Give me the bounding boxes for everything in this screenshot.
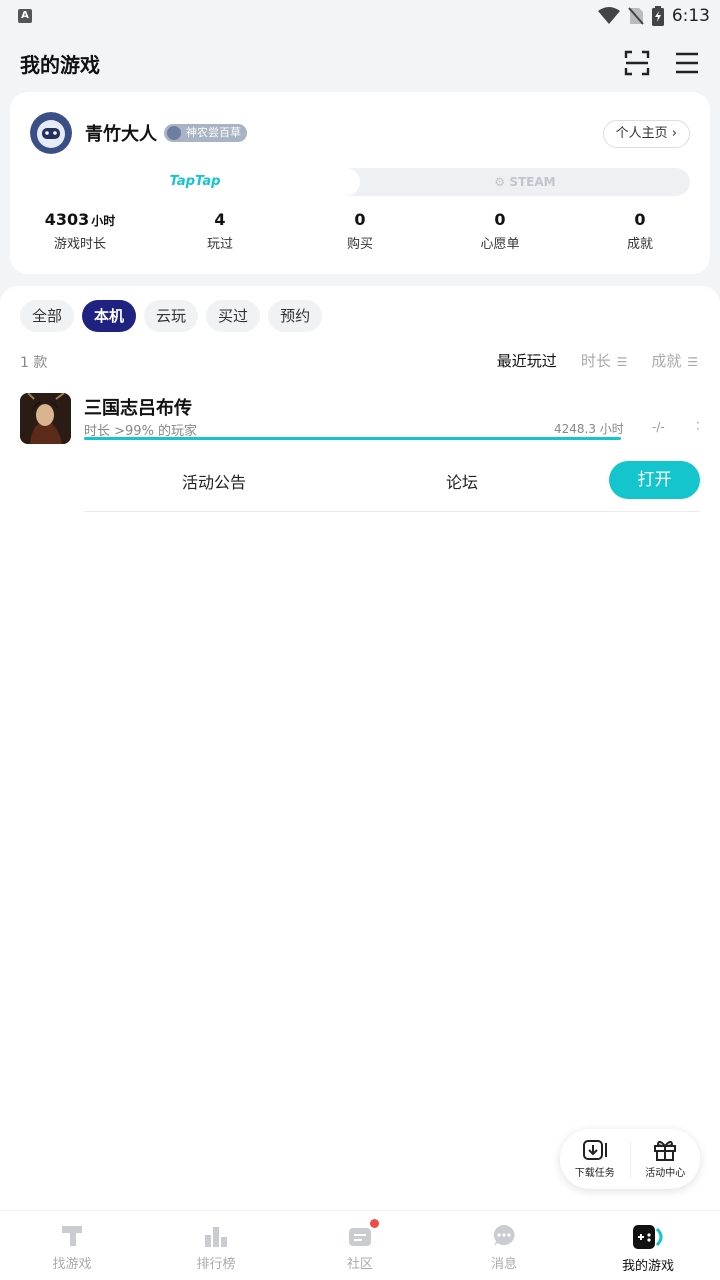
filter-reserved[interactable]: 预约: [268, 300, 323, 332]
title-badge: 神农尝百草: [164, 124, 247, 142]
stat-wishlist[interactable]: 0 心愿单: [430, 210, 570, 252]
stat-label: 游戏时长: [53, 237, 106, 252]
stat-value: 4303: [44, 210, 90, 229]
profile-card: 青竹大人 神农尝百草 个人主页 › TapTap ⚙ STEAM 4303 小时 …: [10, 92, 710, 274]
filter-bought[interactable]: 买过: [206, 300, 261, 332]
stat-label: 成就: [626, 237, 653, 252]
game-hours: 4248.3 小时: [554, 422, 624, 436]
hammer-icon: [62, 1226, 82, 1246]
game-actions: 活动公告 论坛 打开: [84, 461, 700, 501]
sort-options: 最近玩过 时长 ☰ 成就 ☰: [497, 350, 698, 371]
notification-dot: [370, 1219, 379, 1228]
stat-label: 心愿单: [480, 237, 520, 252]
games-sheet: 全部 本机 云玩 买过 预约 1 款 最近玩过 时长 ☰ 成就 ☰ 三国志吕布传…: [0, 286, 720, 1210]
scan-icon[interactable]: [624, 50, 650, 76]
game-icon[interactable]: [20, 393, 71, 444]
battery-icon: [651, 6, 664, 26]
sort-achievement-label: 成就: [651, 352, 682, 370]
progress-fill: [84, 437, 621, 440]
message-icon: [493, 1225, 515, 1247]
stat-value: 4: [214, 210, 226, 229]
ranking-icon: [205, 1227, 227, 1247]
stats-row: 4303 小时 游戏时长 4 玩过 0 购买 0 心愿单 0 成就: [10, 210, 710, 252]
forum-link[interactable]: 论坛: [446, 469, 478, 493]
avatar[interactable]: [30, 112, 72, 154]
filter-chips: 全部 本机 云玩 买过 预约: [20, 300, 323, 332]
nav-label: 找游戏: [52, 1257, 92, 1272]
no-sim-icon: [628, 7, 644, 25]
download-tasks-label: 下载任务: [574, 1168, 615, 1179]
sort-duration-label: 时长: [580, 352, 611, 370]
nav-rankings[interactable]: 排行榜: [144, 1211, 288, 1280]
download-tasks-button[interactable]: 下载任务: [560, 1129, 630, 1189]
stat-value: 0: [634, 210, 646, 229]
stat-label: 购买: [346, 237, 373, 252]
stat-value: 0: [494, 210, 506, 229]
announcement-link[interactable]: 活动公告: [182, 469, 246, 493]
sort-recent[interactable]: 最近玩过: [497, 350, 557, 371]
divider: [84, 511, 700, 512]
filter-local[interactable]: 本机: [82, 300, 137, 332]
sort-icon: ☰: [612, 355, 628, 369]
nav-messages[interactable]: 消息: [432, 1211, 576, 1280]
more-icon[interactable]: · ·: [696, 417, 700, 435]
menu-icon[interactable]: [674, 51, 700, 75]
game-achievement: -/-: [652, 420, 665, 434]
stat-label: 玩过: [206, 237, 233, 252]
clock: 6:13: [671, 6, 710, 26]
playtime-progress-bar: [84, 437, 621, 440]
accessibility-icon: A: [18, 9, 32, 23]
nav-find-games[interactable]: 找游戏: [0, 1211, 144, 1280]
filter-cloud[interactable]: 云玩: [144, 300, 199, 332]
tab-steam[interactable]: ⚙ STEAM: [360, 168, 690, 196]
nav-my-games[interactable]: 我的游戏: [576, 1211, 720, 1280]
nav-label: 我的游戏: [621, 1259, 674, 1274]
page-title: 我的游戏: [20, 52, 100, 77]
nav-label: 社区: [346, 1257, 373, 1272]
game-title[interactable]: 三国志吕布传: [84, 394, 192, 420]
download-icon: [582, 1140, 607, 1160]
app-header: 我的游戏: [0, 38, 720, 88]
personal-homepage-button[interactable]: 个人主页 ›: [602, 120, 690, 148]
filter-all[interactable]: 全部: [20, 300, 75, 332]
tab-taptap[interactable]: TapTap: [30, 168, 360, 196]
sort-duration[interactable]: 时长 ☰: [581, 350, 628, 371]
tab-steam-label: STEAM: [509, 175, 556, 189]
nav-label: 排行榜: [196, 1257, 236, 1272]
stat-value: 0: [354, 210, 366, 229]
sort-icon: ☰: [683, 355, 698, 369]
activity-center-button[interactable]: 活动中心: [631, 1129, 701, 1189]
activity-center-label: 活动中心: [645, 1168, 686, 1179]
gamepad-icon: [167, 126, 181, 140]
gamepad-icon: [633, 1225, 663, 1249]
gift-icon: [654, 1140, 677, 1161]
badge-label: 神农尝百草: [186, 126, 241, 139]
open-button[interactable]: 打开: [609, 461, 700, 499]
community-icon: [349, 1228, 371, 1246]
status-bar: A 6:13: [0, 0, 720, 32]
nav-community[interactable]: 社区: [288, 1211, 432, 1280]
steam-icon: ⚙: [494, 175, 510, 189]
stat-purchased[interactable]: 0 购买: [290, 210, 430, 252]
stat-played[interactable]: 4 玩过: [150, 210, 290, 252]
sort-achievement[interactable]: 成就 ☰: [651, 350, 698, 371]
bottom-navigation: 找游戏 排行榜 社区 消息 我的游戏: [0, 1210, 720, 1280]
username: 青竹大人: [85, 124, 157, 145]
stat-unit: 小时: [91, 214, 116, 228]
stat-play-time[interactable]: 4303 小时 游戏时长: [10, 210, 150, 252]
stat-achievements[interactable]: 0 成就: [570, 210, 710, 252]
wifi-icon: [597, 7, 620, 24]
platform-toggle: TapTap ⚙ STEAM: [30, 168, 690, 196]
game-count: 1 款: [20, 355, 48, 371]
floating-actions: 下载任务 活动中心: [560, 1129, 700, 1189]
nav-label: 消息: [490, 1257, 517, 1272]
